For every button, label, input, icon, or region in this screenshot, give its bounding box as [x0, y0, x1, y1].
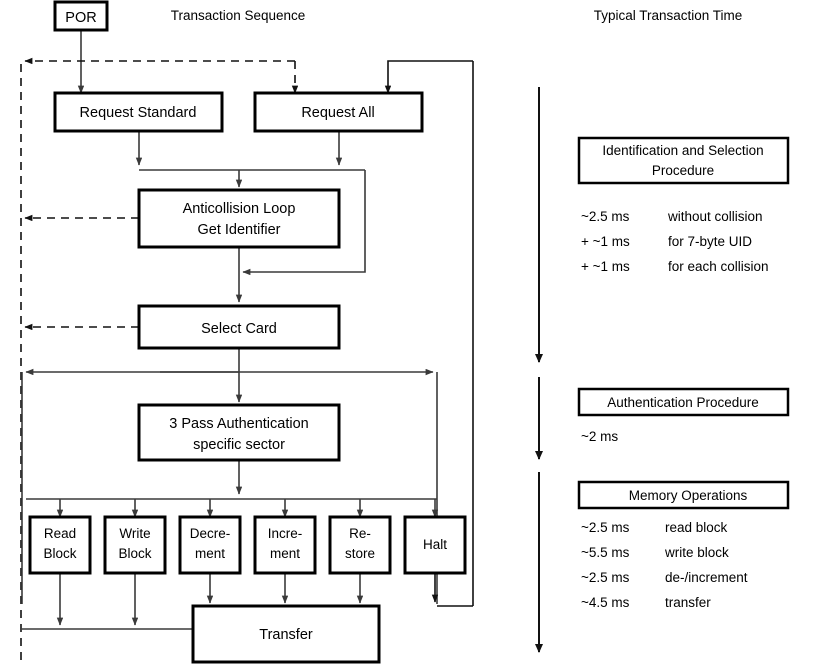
node-read-block[interactable]: Read Block: [28, 515, 92, 575]
node-por[interactable]: POR: [53, 0, 109, 32]
node-anticollision-label-line1: Anticollision Loop: [183, 201, 296, 217]
node-transfer-label: Transfer: [259, 627, 313, 643]
timing-row-time: ~2 ms: [581, 429, 618, 444]
connector-readblock-return: [22, 573, 193, 630]
node-select-card-label: Select Card: [201, 321, 277, 337]
node-restore[interactable]: Re- store: [328, 515, 392, 575]
node-increment-label-line2: ment: [270, 546, 300, 561]
node-decrement[interactable]: Decre- ment: [178, 515, 242, 575]
node-anticollision-label-line2: Get Identifier: [197, 222, 280, 238]
timing-row-time: ~4.5 ms: [581, 595, 630, 610]
timing-section-memory-title: Memory Operations: [629, 488, 748, 503]
timing-row-time: + ~1 ms: [581, 234, 630, 249]
node-transfer[interactable]: Transfer: [191, 604, 381, 664]
timing-row-desc: for 7-byte UID: [668, 234, 752, 249]
timing-row-desc: transfer: [665, 595, 711, 610]
node-request-standard[interactable]: Request Standard: [53, 91, 224, 133]
timing-section-authentication-title: Authentication Procedure: [607, 395, 759, 410]
timing-section-identification: Identification and Selection Procedure ~…: [577, 136, 790, 274]
timing-row-time: ~5.5 ms: [581, 545, 630, 560]
timing-row-time: ~2.5 ms: [581, 520, 630, 535]
timing-row-desc: de-/increment: [665, 570, 748, 585]
header-typical-transaction-time: Typical Transaction Time: [594, 8, 743, 23]
timing-row-desc: for each collision: [668, 259, 769, 274]
connector-request-standard-down: [135, 131, 365, 171]
timing-row-time: ~2.5 ms: [581, 209, 630, 224]
node-por-label: POR: [65, 10, 96, 26]
node-read-block-label-line2: Block: [43, 546, 76, 561]
node-increment[interactable]: Incre- ment: [253, 515, 317, 575]
node-request-standard-label: Request Standard: [80, 105, 197, 121]
node-halt[interactable]: Halt: [403, 515, 467, 575]
node-request-all[interactable]: Request All: [253, 91, 424, 133]
node-restore-label-line2: store: [345, 546, 375, 561]
node-increment-label-line1: Incre-: [268, 526, 303, 541]
connector-operations-bus: [26, 498, 439, 518]
node-write-block-label-line2: Block: [118, 546, 151, 561]
node-write-block[interactable]: Write Block: [103, 515, 167, 575]
node-decrement-label-line2: ment: [195, 546, 225, 561]
timing-row-desc: write block: [664, 545, 729, 560]
timing-row-time: + ~1 ms: [581, 259, 630, 274]
timing-row-time: ~2.5 ms: [581, 570, 630, 585]
node-request-all-label: Request All: [301, 105, 374, 121]
header-transaction-sequence: Transaction Sequence: [171, 8, 306, 23]
node-anticollision-loop[interactable]: Anticollision Loop Get Identifier: [137, 188, 341, 249]
node-auth-label-line2: specific sector: [193, 437, 285, 453]
node-decrement-label-line1: Decre-: [190, 526, 231, 541]
node-write-block-label-line1: Write: [119, 526, 150, 541]
timing-section-identification-title-line1: Identification and Selection: [602, 143, 763, 158]
node-restore-label-line1: Re-: [349, 526, 371, 541]
timing-section-memory-operations: Memory Operations ~2.5 ms read block ~5.…: [577, 480, 790, 610]
node-select-card[interactable]: Select Card: [137, 304, 341, 350]
timing-section-identification-title-line2: Procedure: [652, 163, 714, 178]
node-auth-label-line1: 3 Pass Authentication: [169, 416, 308, 432]
diagram-canvas: POR Request Standard Request All Anticol…: [0, 0, 816, 668]
transaction-flow-diagram: POR Request Standard Request All Anticol…: [20, 0, 790, 664]
node-read-block-label-line1: Read: [44, 526, 76, 541]
timing-row-desc: without collision: [667, 209, 763, 224]
timing-row-desc: read block: [665, 520, 728, 535]
timing-section-authentication: Authentication Procedure ~2 ms: [577, 387, 790, 444]
node-3-pass-authentication[interactable]: 3 Pass Authentication specific sector: [137, 403, 341, 462]
node-halt-label: Halt: [423, 537, 447, 552]
